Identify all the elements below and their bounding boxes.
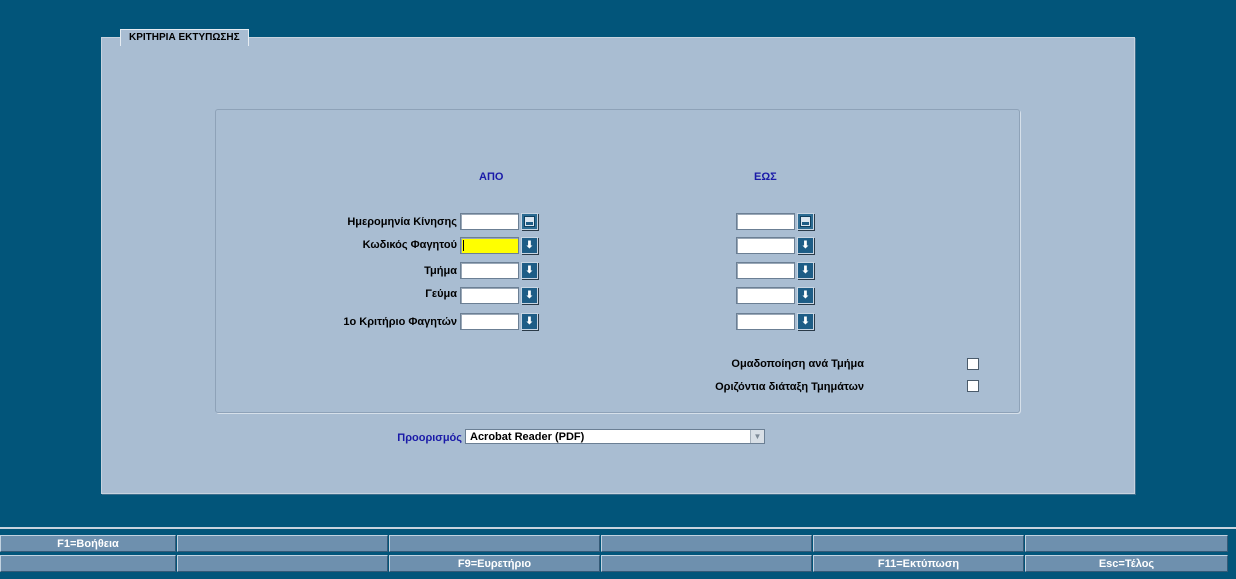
group-by-department-checkbox[interactable]: [967, 358, 979, 370]
calendar-icon[interactable]: [797, 213, 814, 230]
to-header: ΕΩΣ: [754, 171, 777, 183]
function-key-divider: [0, 527, 1236, 529]
criteria-label-date: Ημερομηνία Κίνησης: [347, 216, 457, 228]
function-key-empty[interactable]: [389, 535, 600, 552]
function-key-empty[interactable]: [177, 555, 388, 572]
horizontal-layout-label: Οριζόντια διάταξη Τμημάτων: [715, 381, 864, 393]
function-key-empty[interactable]: [601, 535, 812, 552]
f1-help-key[interactable]: F1=Βοήθεια: [0, 535, 176, 552]
f9-index-key[interactable]: F9=Ευρετήριο: [389, 555, 600, 572]
from-header: ΑΠΟ: [479, 171, 504, 183]
esc-exit-key[interactable]: Esc=Τέλος: [1025, 555, 1228, 572]
date-to-field[interactable]: [736, 213, 795, 230]
meal-from-field[interactable]: [460, 287, 519, 304]
arrow-down-icon[interactable]: ⬇: [797, 262, 814, 279]
department-from-field[interactable]: [460, 262, 519, 279]
arrow-down-icon[interactable]: ⬇: [797, 313, 814, 330]
department-to-field[interactable]: [736, 262, 795, 279]
arrow-down-icon[interactable]: ⬇: [521, 313, 538, 330]
food-code-to-field[interactable]: [736, 237, 795, 254]
criteria-label-food-criterion: 1ο Κριτήριο Φαγητών: [343, 316, 457, 328]
function-key-empty[interactable]: [0, 555, 176, 572]
destination-value: Acrobat Reader (PDF): [470, 431, 585, 443]
panel-title: ΚΡΙΤΗΡΙΑ ΕΚΤΥΠΩΣΗΣ: [120, 29, 249, 46]
arrow-down-icon[interactable]: ⬇: [797, 287, 814, 304]
criteria-label-department: Τμήμα: [424, 265, 457, 277]
meal-to-field[interactable]: [736, 287, 795, 304]
function-key-empty[interactable]: [813, 535, 1024, 552]
arrow-down-icon[interactable]: ⬇: [521, 237, 538, 254]
arrow-down-icon[interactable]: ⬇: [521, 262, 538, 279]
criteria-label-food-code: Κωδικός Φαγητού: [362, 239, 457, 251]
group-by-department-label: Ομαδοποίηση ανά Τμήμα: [731, 358, 864, 370]
destination-label: Προορισμός: [397, 432, 462, 444]
food-code-from-field[interactable]: [460, 237, 519, 254]
function-key-empty[interactable]: [177, 535, 388, 552]
function-key-empty[interactable]: [601, 555, 812, 572]
date-from-field[interactable]: [460, 213, 519, 230]
food-criterion-to-field[interactable]: [736, 313, 795, 330]
function-key-empty[interactable]: [1025, 535, 1228, 552]
chevron-down-icon[interactable]: ▼: [750, 430, 764, 443]
criteria-label-meal: Γεύμα: [425, 288, 457, 300]
calendar-icon[interactable]: [521, 213, 538, 230]
arrow-down-icon[interactable]: ⬇: [797, 237, 814, 254]
food-criterion-from-field[interactable]: [460, 313, 519, 330]
horizontal-layout-checkbox[interactable]: [967, 380, 979, 392]
criteria-group-box: [215, 109, 1020, 413]
arrow-down-icon[interactable]: ⬇: [521, 287, 538, 304]
f11-print-key[interactable]: F11=Εκτύπωση: [813, 555, 1024, 572]
destination-select[interactable]: Acrobat Reader (PDF) ▼: [465, 429, 765, 444]
